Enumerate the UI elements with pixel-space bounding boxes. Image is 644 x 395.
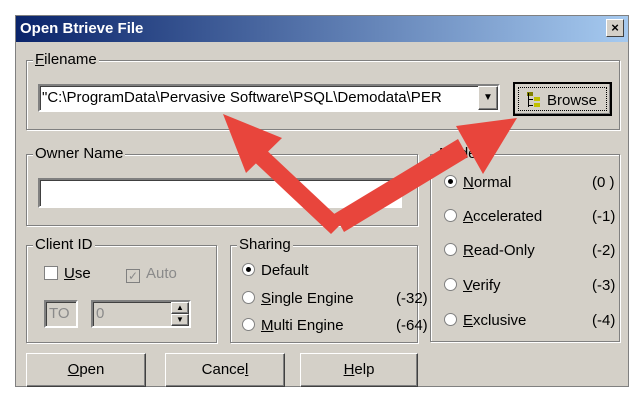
window-title: Open Btrieve File <box>20 20 144 37</box>
sharing-multi-label: Multi Engine <box>261 317 344 334</box>
open-button[interactable]: Open <box>26 353 146 387</box>
radio-single-engine[interactable] <box>242 291 255 304</box>
sharing-single-code: (-32) <box>396 290 428 307</box>
sharing-default-label: Default <box>261 262 309 279</box>
client-id-value: 0 <box>96 305 105 322</box>
filename-combobox[interactable]: "C:\ProgramData\Pervasive Software\PSQL\… <box>38 84 500 112</box>
mode-option-verify[interactable]: Verify (-3) <box>444 277 615 294</box>
filename-dropdown-button[interactable]: ▼ <box>478 86 498 110</box>
mode-verify-code: (-3) <box>592 277 616 294</box>
mode-accelerated-label: Accelerated <box>463 208 543 225</box>
owner-name-group-label: Owner Name <box>33 145 126 162</box>
mode-normal-label: Normal <box>463 174 512 191</box>
sharing-option-single-engine[interactable]: Single Engine (-32) <box>242 290 428 307</box>
open-btrieve-dialog: Open Btrieve File × Filename "C:\Program… <box>15 15 629 387</box>
sharing-group-label: Sharing <box>237 236 293 253</box>
sharing-option-multi-engine[interactable]: Multi Engine (-64) <box>242 317 428 334</box>
mode-read-only-label: Read-Only <box>463 242 535 259</box>
folder-tree-icon <box>527 92 541 108</box>
radio-normal[interactable] <box>444 175 457 188</box>
chevron-down-icon: ▼ <box>483 92 493 103</box>
mode-read-only-code: (-2) <box>592 242 616 259</box>
close-button[interactable]: × <box>606 19 624 37</box>
sharing-option-default[interactable]: Default <box>242 262 309 279</box>
radio-read-only[interactable] <box>444 243 457 256</box>
title-bar: Open Btrieve File × <box>16 16 628 42</box>
open-button-label: Open <box>67 361 105 378</box>
auto-checkbox-box[interactable]: ✓ <box>126 269 140 283</box>
mode-option-normal[interactable]: Normal (0 ) <box>444 174 615 191</box>
browse-label: Browse <box>547 92 598 109</box>
client-id-group: Client ID <box>26 236 217 343</box>
use-label: Use <box>64 265 91 282</box>
mode-exclusive-code: (-4) <box>592 312 616 329</box>
mode-group-label: Mode <box>437 145 479 162</box>
mode-option-exclusive[interactable]: Exclusive (-4) <box>444 312 615 329</box>
auto-label: Auto <box>146 265 177 282</box>
browse-button[interactable]: Browse <box>513 82 612 116</box>
help-button[interactable]: Help <box>300 353 418 387</box>
spinner-up-button[interactable]: ▲ <box>171 302 189 314</box>
filename-value: "C:\ProgramData\Pervasive Software\PSQL\… <box>42 89 442 106</box>
filename-group-label: Filename <box>33 51 99 68</box>
radio-verify[interactable] <box>444 278 457 291</box>
client-id-prefix-field: TO <box>44 300 78 328</box>
mode-normal-code: (0 ) <box>592 174 615 191</box>
client-id-prefix: TO <box>49 305 70 322</box>
sharing-single-label: Single Engine <box>261 290 354 307</box>
mode-verify-label: Verify <box>463 277 501 294</box>
chevron-down-icon: ▼ <box>176 315 184 324</box>
owner-name-field[interactable] <box>38 178 402 208</box>
mode-option-accelerated[interactable]: Accelerated (-1) <box>444 208 615 225</box>
chevron-up-icon: ▲ <box>176 303 184 312</box>
help-button-label: Help <box>343 361 375 378</box>
sharing-multi-code: (-64) <box>396 317 428 334</box>
mode-option-read-only[interactable]: Read-Only (-2) <box>444 242 615 259</box>
auto-checkbox[interactable]: ✓ Auto <box>126 265 177 283</box>
use-checkbox-box[interactable] <box>44 266 58 280</box>
cancel-button[interactable]: Cancel <box>165 353 285 387</box>
use-checkbox[interactable]: Use <box>44 265 91 282</box>
radio-default[interactable] <box>242 263 255 276</box>
client-id-group-label: Client ID <box>33 236 95 253</box>
mode-exclusive-label: Exclusive <box>463 312 527 329</box>
client-id-spinner[interactable]: 0 ▲ ▼ <box>91 300 191 328</box>
radio-multi-engine[interactable] <box>242 318 255 331</box>
cancel-button-label: Cancel <box>201 361 249 378</box>
radio-exclusive[interactable] <box>444 313 457 326</box>
radio-accelerated[interactable] <box>444 209 457 222</box>
spinner-down-button[interactable]: ▼ <box>171 314 189 326</box>
mode-accelerated-code: (-1) <box>592 208 616 225</box>
